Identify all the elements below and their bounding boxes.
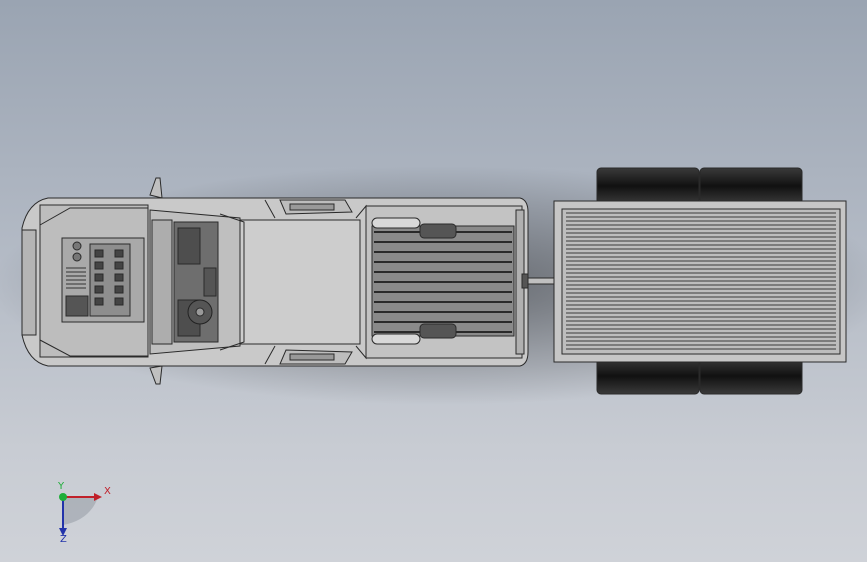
dashboard — [151, 219, 173, 345]
cab-roof — [239, 219, 361, 345]
left-roll-bar — [371, 217, 421, 229]
trailer-slats — [566, 212, 836, 350]
left-door-handle — [289, 203, 335, 211]
z-axis-label: Z — [60, 534, 67, 545]
trailer-hitch — [523, 277, 557, 285]
left-mirror — [149, 177, 163, 199]
x-axis-arrow — [94, 493, 102, 501]
triad-shadow — [63, 497, 98, 525]
left-seat — [177, 227, 201, 265]
trailer-tire-front-left — [596, 167, 700, 205]
right-roll-bar — [371, 333, 421, 345]
axis-triad[interactable] — [59, 493, 102, 536]
center-console — [203, 267, 217, 297]
trailer-tire-rear-left — [699, 167, 803, 205]
trailer-tire-front-right — [596, 357, 700, 395]
y-axis-label: Y — [58, 481, 65, 492]
trailer-tire-rear-right — [699, 357, 803, 395]
reservoir-cap-1 — [72, 241, 82, 251]
reservoir-cap-2 — [72, 252, 82, 262]
truck[interactable] — [21, 177, 529, 385]
right-door-handle — [289, 353, 335, 361]
hitch-ball — [521, 273, 529, 289]
model-render[interactable] — [0, 0, 867, 562]
graphics-viewport[interactable]: X Y Z — [0, 0, 867, 562]
battery — [65, 295, 89, 317]
right-wheel-well — [419, 323, 457, 339]
left-wheel-well — [419, 223, 457, 239]
y-axis-dot — [59, 493, 67, 501]
x-axis-label: X — [104, 486, 111, 497]
steering-hub — [195, 307, 205, 317]
trailer[interactable] — [553, 167, 847, 395]
front-bumper — [21, 229, 37, 336]
